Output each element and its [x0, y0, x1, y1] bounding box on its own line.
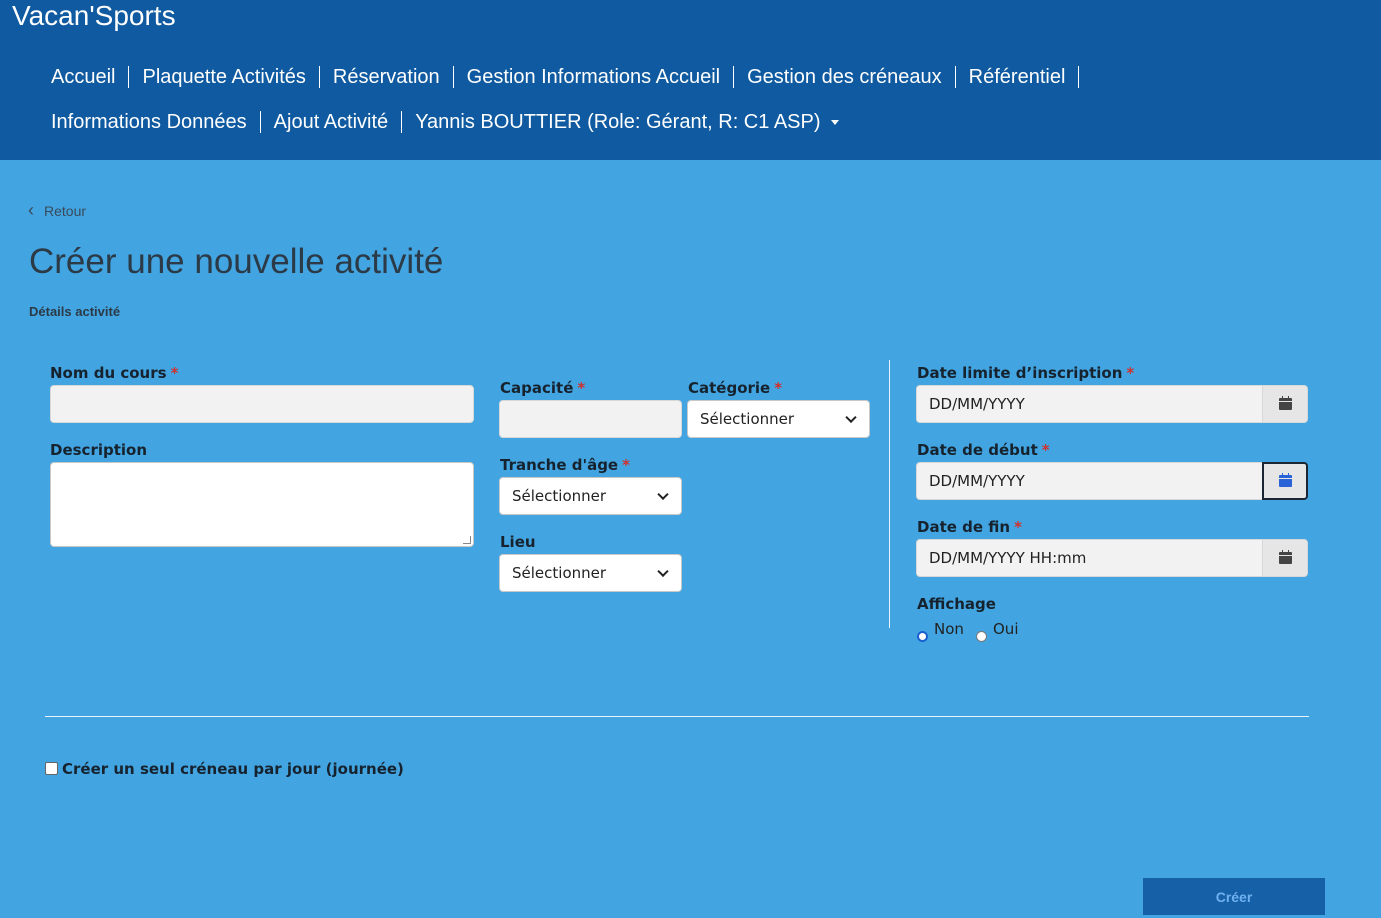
nav-gestion-creneaux[interactable]: Gestion des créneaux — [734, 62, 955, 92]
nav-accueil[interactable]: Accueil — [38, 62, 128, 92]
categorie-select-value: Sélectionner — [700, 410, 795, 428]
calendar-icon — [1278, 550, 1292, 564]
tranche-age-label: Tranche d'âge * — [500, 456, 630, 474]
date-fin-input[interactable]: DD/MM/YYYY HH:mm — [916, 539, 1262, 577]
categorie-label: Catégorie * — [688, 379, 782, 397]
lieu-select[interactable]: Sélectionner — [499, 554, 682, 592]
categorie-label-text: Catégorie — [688, 379, 771, 397]
required-mark: * — [1041, 441, 1050, 459]
chevron-down-icon — [657, 488, 669, 501]
section-title: Détails activité — [29, 304, 121, 319]
nav-reservation[interactable]: Réservation — [320, 62, 453, 92]
nav-ajout-activite[interactable]: Ajout Activité — [261, 107, 402, 137]
nav-row-secondary: Informations Données Ajout Activité Yann… — [38, 107, 852, 137]
affichage-radio-non[interactable] — [917, 631, 928, 642]
affichage-radio-non-label[interactable]: Non — [934, 620, 964, 638]
date-fin-label-text: Date de fin — [917, 518, 1011, 536]
nav-row-primary: Accueil Plaquette Activités Réservation … — [38, 62, 1080, 92]
date-limite-calendar-button[interactable] — [1262, 385, 1308, 423]
date-debut-field: DD/MM/YYYY — [916, 462, 1308, 500]
nom-cours-input[interactable] — [50, 385, 474, 423]
nav-gestion-informations-accueil[interactable]: Gestion Informations Accueil — [454, 62, 733, 92]
capacite-label-text: Capacité — [500, 379, 574, 397]
date-limite-field: DD/MM/YYYY — [916, 385, 1308, 423]
affichage-radio-oui-label[interactable]: Oui — [993, 620, 1018, 638]
nav-informations-donnees[interactable]: Informations Données — [38, 107, 260, 137]
required-mark: * — [577, 379, 586, 397]
required-mark: * — [1126, 364, 1135, 382]
calendar-icon — [1278, 396, 1292, 410]
user-menu-label: Yannis BOUTTIER (Role: Gérant, R: C1 ASP… — [415, 111, 821, 133]
chevron-down-icon — [657, 565, 669, 578]
single-slot-checkbox[interactable] — [45, 762, 58, 775]
description-label: Description — [50, 441, 148, 459]
description-textarea[interactable] — [50, 462, 474, 547]
date-debut-calendar-button[interactable] — [1262, 462, 1308, 500]
create-button[interactable]: Créer — [1143, 878, 1325, 915]
required-mark: * — [622, 456, 630, 474]
caret-down-icon — [830, 120, 839, 126]
column-divider — [889, 360, 890, 628]
tranche-age-label-text: Tranche d'âge — [500, 456, 619, 474]
chevron-down-icon — [845, 411, 857, 424]
date-debut-label: Date de début * — [917, 441, 1050, 459]
chevron-left-icon: ‹ — [28, 200, 34, 220]
top-navbar: Vacan'Sports Accueil Plaquette Activités… — [0, 0, 1381, 160]
required-mark: * — [774, 379, 783, 397]
tranche-age-select-value: Sélectionner — [512, 487, 607, 505]
capacite-label: Capacité * — [500, 379, 585, 397]
lieu-label: Lieu — [500, 533, 536, 551]
lieu-select-value: Sélectionner — [512, 564, 607, 582]
date-limite-label-text: Date limite d’inscription — [917, 364, 1123, 382]
tranche-age-select[interactable]: Sélectionner — [499, 477, 682, 515]
categorie-select[interactable]: Sélectionner — [687, 400, 870, 438]
affichage-radio-oui[interactable] — [976, 631, 987, 642]
calendar-icon — [1278, 473, 1292, 487]
date-limite-label: Date limite d’inscription * — [917, 364, 1134, 382]
date-debut-input[interactable]: DD/MM/YYYY — [916, 462, 1262, 500]
date-fin-calendar-button[interactable] — [1262, 539, 1308, 577]
date-debut-label-text: Date de début — [917, 441, 1038, 459]
single-slot-label[interactable]: Créer un seul créneau par jour (journée) — [62, 760, 404, 778]
nav-referentiel[interactable]: Référentiel — [956, 62, 1079, 92]
nav-plaquette-activites[interactable]: Plaquette Activités — [129, 62, 318, 92]
brand-logo[interactable]: Vacan'Sports — [12, 0, 176, 32]
back-link[interactable]: ‹ Retour — [28, 200, 86, 221]
page-title: Créer une nouvelle activité — [29, 242, 444, 281]
resize-handle-icon[interactable] — [463, 536, 471, 544]
section-divider — [45, 716, 1309, 717]
required-mark: * — [170, 364, 179, 382]
date-fin-label: Date de fin * — [917, 518, 1022, 536]
back-label: Retour — [44, 202, 87, 219]
date-limite-input[interactable]: DD/MM/YYYY — [916, 385, 1262, 423]
affichage-label: Affichage — [917, 595, 996, 613]
user-menu-dropdown[interactable]: Yannis BOUTTIER (Role: Gérant, R: C1 ASP… — [402, 107, 851, 137]
date-fin-field: DD/MM/YYYY HH:mm — [916, 539, 1308, 577]
capacite-input[interactable] — [499, 400, 682, 438]
nav-separator — [1078, 66, 1080, 88]
nom-cours-label: Nom du cours * — [50, 364, 178, 382]
required-mark: * — [1014, 518, 1022, 536]
nom-cours-label-text: Nom du cours — [50, 364, 167, 382]
